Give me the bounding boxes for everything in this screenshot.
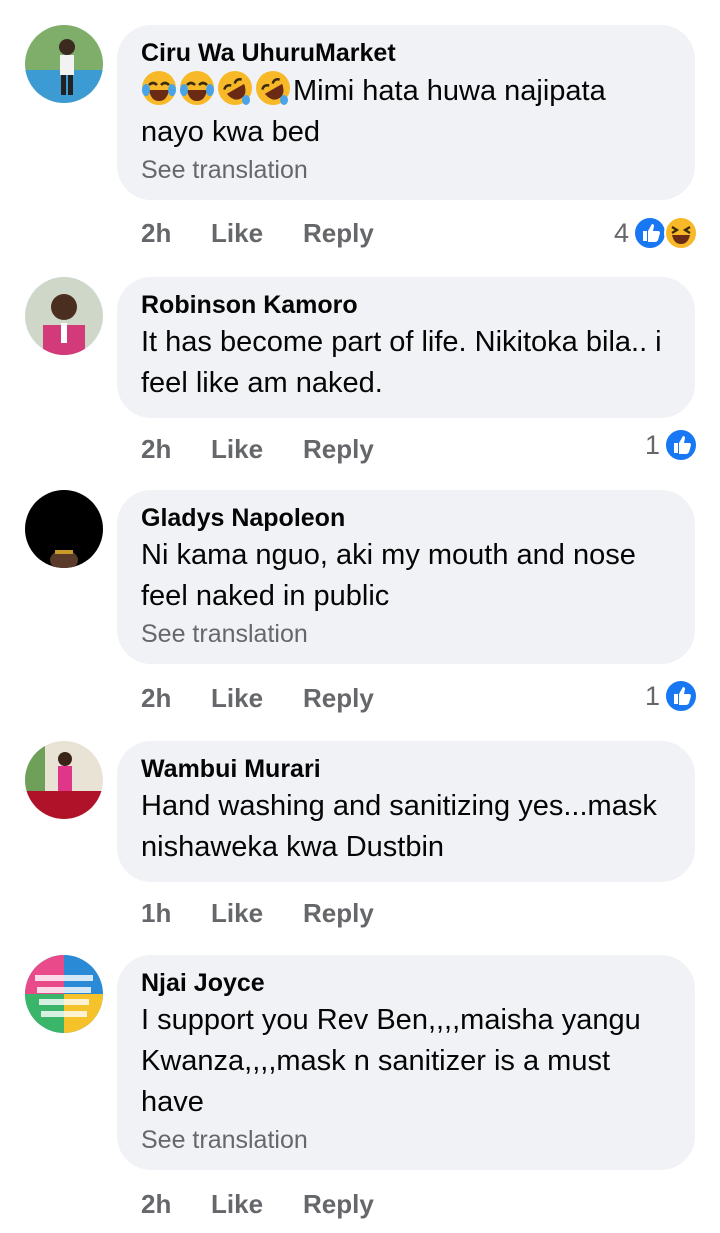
- face-tears-of-joy-icon: [141, 70, 177, 106]
- like-button[interactable]: Like: [211, 1189, 303, 1220]
- reply-button[interactable]: Reply: [303, 218, 374, 249]
- comment-bubble: Robinson Kamoro It has become part of li…: [117, 277, 695, 418]
- reaction-count: 1: [644, 429, 660, 460]
- see-translation-link[interactable]: See translation: [141, 154, 671, 186]
- like-reaction-icon: [664, 679, 698, 713]
- avatar[interactable]: [25, 277, 103, 355]
- comment-bubble: Wambui Murari Hand washing and sanitizin…: [117, 741, 695, 882]
- author-name[interactable]: Wambui Murari: [141, 754, 671, 784]
- reactions-summary[interactable]: 1: [645, 679, 698, 713]
- author-name[interactable]: Ciru Wa UhuruMarket: [141, 38, 671, 68]
- comment-actions: 2h Like Reply: [141, 683, 374, 714]
- reactions-summary[interactable]: 1: [645, 428, 698, 462]
- author-name[interactable]: Robinson Kamoro: [141, 290, 671, 320]
- comment-bubble: Ciru Wa UhuruMarket Mimi hata huwa najip…: [117, 25, 695, 200]
- comment-actions: 2h Like Reply: [141, 218, 374, 249]
- timestamp[interactable]: 2h: [141, 218, 211, 249]
- timestamp[interactable]: 1h: [141, 898, 211, 929]
- reply-button[interactable]: Reply: [303, 898, 374, 929]
- like-reaction-icon: [633, 216, 667, 250]
- reply-button[interactable]: Reply: [303, 683, 374, 714]
- comment-text: I support you Rev Ben,,,,maisha yangu Kw…: [141, 1004, 641, 1118]
- like-button[interactable]: Like: [211, 434, 303, 465]
- like-reaction-icon: [664, 428, 698, 462]
- avatar[interactable]: [25, 955, 103, 1033]
- comment-text: It has become part of life. Nikitoka bil…: [141, 326, 662, 399]
- comment-actions: 2h Like Reply: [141, 1189, 374, 1220]
- rolling-laughing-icon: [255, 70, 291, 106]
- like-button[interactable]: Like: [211, 683, 303, 714]
- comment-bubble: Gladys Napoleon Ni kama nguo, aki my mou…: [117, 490, 695, 664]
- reaction-count: 4: [613, 217, 629, 248]
- comment-actions: 2h Like Reply: [141, 434, 374, 465]
- comment-text: Mimi hata huwa najipata nayo kwa bed: [141, 70, 671, 153]
- comment-bubble: Njai Joyce I support you Rev Ben,,,,mais…: [117, 955, 695, 1170]
- see-translation-link[interactable]: See translation: [141, 1124, 671, 1156]
- see-translation-link[interactable]: See translation: [141, 618, 671, 650]
- author-name[interactable]: Gladys Napoleon: [141, 503, 671, 533]
- timestamp[interactable]: 2h: [141, 683, 211, 714]
- like-button[interactable]: Like: [211, 898, 303, 929]
- comment-text: Hand washing and sanitizing yes...mask n…: [141, 790, 657, 863]
- reactions-summary[interactable]: 4: [614, 216, 698, 250]
- timestamp[interactable]: 2h: [141, 434, 211, 465]
- rolling-laughing-icon: [217, 70, 253, 106]
- haha-reaction-icon: [664, 216, 698, 250]
- reaction-count: 1: [644, 680, 660, 711]
- reply-button[interactable]: Reply: [303, 1189, 374, 1220]
- comment-text: Ni kama nguo, aki my mouth and nose feel…: [141, 539, 636, 612]
- comment-actions: 1h Like Reply: [141, 898, 374, 929]
- timestamp[interactable]: 2h: [141, 1189, 211, 1220]
- reply-button[interactable]: Reply: [303, 434, 374, 465]
- face-tears-of-joy-icon: [179, 70, 215, 106]
- avatar[interactable]: [25, 741, 103, 819]
- author-name[interactable]: Njai Joyce: [141, 968, 671, 998]
- like-button[interactable]: Like: [211, 218, 303, 249]
- avatar[interactable]: [25, 25, 103, 103]
- avatar[interactable]: [25, 490, 103, 568]
